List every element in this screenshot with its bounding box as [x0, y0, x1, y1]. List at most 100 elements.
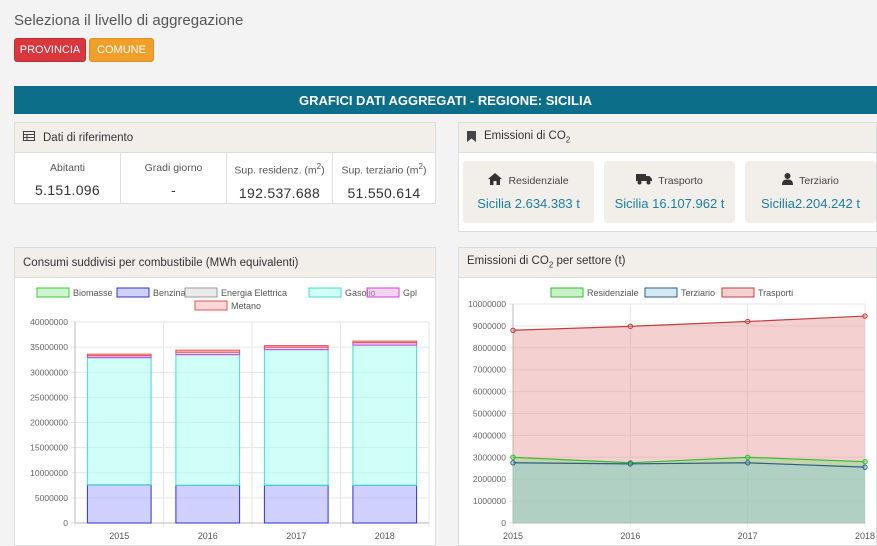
reference-data-header: Dati di riferimento: [15, 123, 435, 153]
x-tick-label: 2016: [198, 531, 218, 541]
y-tick-label: 5000000: [473, 409, 506, 419]
y-tick-label: 1000000: [473, 496, 506, 506]
legend-swatch-trasporti: [721, 287, 755, 298]
point-residenziale-2017: [744, 454, 751, 461]
point-terziario-2018: [862, 464, 868, 470]
y-tick-label: 15000000: [30, 443, 68, 453]
legend-label-energia-elettrica: Energia Elettrica: [221, 288, 287, 298]
legend-swatch-gpl: [366, 287, 400, 298]
sector-emissions-title: Emissioni di CO2 per settore (t): [467, 255, 626, 270]
legend-swatch-metano: [194, 300, 228, 311]
trasporto-label: Trasporto: [658, 174, 703, 187]
x-tick-label: 2017: [738, 531, 758, 541]
bar-metano-2015: [86, 353, 152, 357]
y-tick-label: 10000000: [30, 468, 68, 478]
y-tick-label: 3000000: [473, 452, 506, 462]
residenziale-label: Residenziale: [508, 174, 569, 187]
comune-button[interactable]: COMUNE: [89, 38, 154, 62]
point-terziario-2015: [510, 460, 516, 466]
sector-emissions-chart: Residenziale Terziario Trasporti 0 1000000 20…: [468, 287, 875, 541]
sector-emissions-header: Emissioni di CO2 per settore (t): [459, 248, 876, 278]
table-icon: [23, 131, 35, 144]
legend-swatch-gasolio: [308, 287, 342, 298]
point-terziario-2016: [627, 461, 634, 467]
sup-terziario-value: 51.550.614: [347, 184, 421, 201]
legend-swatch-residenziale: [550, 287, 584, 298]
point-trasporti-2015: [510, 327, 516, 333]
point-residenziale-2018: [862, 458, 868, 465]
point-trasporti-2016: [627, 323, 634, 330]
reference-data-table: Abitanti 5.151.096 Gradi giorno - Sup. r…: [15, 153, 435, 203]
legend-label-metano: Metano: [231, 301, 261, 311]
emissions-title: Emissioni di CO2: [484, 130, 571, 145]
bar-gasolio-2016: [175, 354, 241, 486]
aggregation-title: Seleziona il livello di aggregazione: [14, 12, 244, 29]
fuel-consumption-chart: Biomasse Benzina Energia Elettrica Gasolio G…: [30, 287, 430, 541]
y-tick-label: 20000000: [30, 418, 68, 428]
bar-gasolio-2018: [352, 344, 418, 486]
legend-label-biomasse: Biomasse: [73, 288, 113, 298]
provincia-button[interactable]: PROVINCIA: [14, 38, 86, 62]
x-tick-label: 2017: [286, 531, 306, 541]
sup-residenziale-label: Sup. residenz. (m2): [234, 162, 325, 177]
legend-swatch-energia-elettrica: [184, 287, 218, 298]
abitanti-cell: Abitanti 5.151.096: [15, 153, 121, 203]
sup-residenziale-cell: Sup. residenz. (m2) 192.537.688: [227, 153, 333, 203]
bar-metano-2018: [352, 340, 418, 344]
trasporto-card: Trasporto Sicilia 16.107.962 t: [604, 161, 735, 223]
truck-icon: [636, 173, 653, 188]
gradi-giorno-value: -: [171, 182, 176, 198]
y-tick-label: 2000000: [473, 474, 506, 484]
abitanti-value: 5.151.096: [35, 182, 100, 198]
terziario-value: Sicilia2.204.242 t: [760, 196, 860, 211]
legend-label-trasporti: Trasporti: [758, 288, 793, 298]
gradi-giorno-label: Gradi giorno: [144, 162, 203, 174]
emissions-header: Emissioni di CO2: [459, 123, 876, 153]
fuel-consumption-header: Consumi suddivisi per combustibile (MWh …: [15, 248, 435, 278]
y-tick-label: 10000000: [468, 299, 506, 309]
bar-gasolio-2017: [263, 349, 329, 486]
x-tick-label: 2016: [620, 531, 640, 541]
residenziale-value: Sicilia 2.634.383 t: [477, 196, 580, 211]
y-tick-label: 30000000: [30, 367, 68, 377]
gradi-giorno-cell: Gradi giorno -: [121, 153, 227, 203]
bookmark-icon: [467, 130, 476, 145]
y-tick-label: 40000000: [30, 317, 68, 327]
x-tick-label: 2015: [109, 531, 129, 541]
y-tick-label: 25000000: [30, 392, 68, 402]
bar-benzina-2018: [352, 484, 418, 524]
reference-data-title: Dati di riferimento: [43, 131, 134, 144]
abitanti-label: Abitanti: [49, 162, 86, 174]
legend-label-benzina: Benzina: [153, 288, 186, 298]
y-tick-label: 6000000: [473, 387, 506, 397]
trasporto-value: Sicilia 16.107.962 t: [614, 196, 725, 211]
legend-label-terziario: Terziario: [681, 288, 715, 298]
y-tick-label: 5000000: [35, 493, 68, 503]
bar-metano-2016: [175, 349, 241, 353]
sup-terziario-label: Sup. terziario (m2): [341, 162, 427, 177]
y-tick-label: 35000000: [30, 342, 68, 352]
bar-metano-2017: [263, 345, 329, 348]
point-trasporti-2018: [862, 313, 868, 319]
y-tick-label: 8000000: [473, 343, 506, 353]
terziario-label: Terziario: [799, 174, 839, 187]
sup-residenziale-value: 192.537.688: [238, 184, 321, 201]
bar-benzina-2016: [175, 484, 241, 524]
legend-swatch-biomasse: [36, 287, 70, 298]
reference-data-panel: Dati di riferimento Abitanti 5.151.096 G…: [14, 122, 436, 204]
bar-benzina-2015: [86, 484, 152, 524]
y-tick-label: 4000000: [473, 430, 506, 440]
y-tick-label: 0: [501, 518, 506, 528]
emissions-panel: Emissioni di CO2 Residenziale Sicilia 2.…: [458, 122, 877, 232]
point-terziario-2017: [744, 460, 751, 466]
legend-label-gpl: Gpl: [403, 288, 417, 298]
user-icon: [782, 173, 794, 188]
sup-terziario-cell: Sup. terziario (m2) 51.550.614: [333, 153, 435, 203]
legend-label-residenziale: Residenziale: [587, 288, 639, 298]
legend-swatch-terziario: [644, 287, 678, 298]
aggregated-data-banner: GRAFICI DATI AGGREGATI - REGIONE: SICILI…: [14, 86, 877, 114]
sector-emissions-panel: Emissioni di CO2 per settore (t) Residen…: [458, 247, 877, 546]
x-tick-label: 2018: [375, 531, 395, 541]
x-tick-label: 2015: [503, 531, 523, 541]
bar-gasolio-2015: [86, 357, 152, 486]
